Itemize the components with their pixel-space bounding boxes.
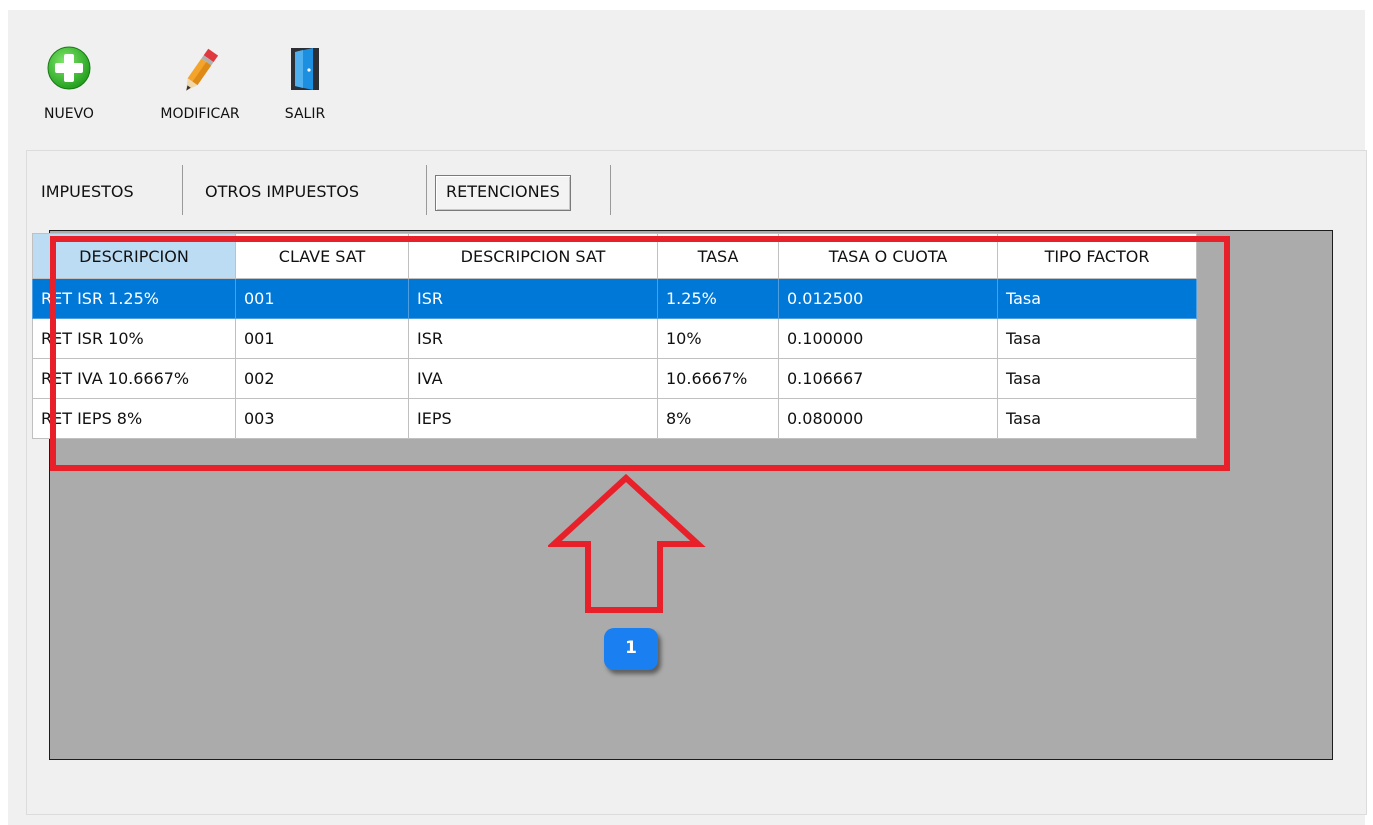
cell-tasa[interactable]: 10% xyxy=(657,318,779,359)
cell-descripcion[interactable]: RET IVA 10.6667% xyxy=(32,358,236,399)
cell-descripcion-sat[interactable]: IVA xyxy=(408,358,658,399)
callout-badge: 1 xyxy=(604,628,658,670)
col-header-descripcion[interactable]: DESCRIPCION xyxy=(32,233,236,279)
nuevo-label: NUEVO xyxy=(44,106,94,122)
cell-clave-sat[interactable]: 001 xyxy=(235,318,409,359)
tab-otros-impuestos[interactable]: OTROS IMPUESTOS xyxy=(195,175,369,209)
cell-clave-sat[interactable]: 001 xyxy=(235,278,409,319)
toolbar: NUEVO MODIFICAR SALIR xyxy=(8,10,1365,150)
table-row[interactable]: RET ISR 10% 001 ISR 10% 0.100000 Tasa xyxy=(32,318,1197,359)
cell-clave-sat[interactable]: 003 xyxy=(235,398,409,439)
salir-button[interactable]: SALIR xyxy=(280,46,330,126)
cell-descripcion-sat[interactable]: ISR xyxy=(408,278,658,319)
cell-descripcion[interactable]: RET ISR 1.25% xyxy=(32,278,236,319)
col-header-tipo-factor[interactable]: TIPO FACTOR xyxy=(997,233,1197,279)
col-header-tasa-o-cuota[interactable]: TASA O CUOTA xyxy=(778,233,998,279)
cell-tasa-o-cuota[interactable]: 0.106667 xyxy=(778,358,998,399)
modificar-button[interactable]: MODIFICAR xyxy=(144,46,256,126)
cell-descripcion[interactable]: RET IEPS 8% xyxy=(32,398,236,439)
cell-tipo-factor[interactable]: Tasa xyxy=(997,278,1197,319)
cell-tipo-factor[interactable]: Tasa xyxy=(997,358,1197,399)
tab-separator xyxy=(426,165,427,215)
col-header-descripcion-sat[interactable]: DESCRIPCION SAT xyxy=(408,233,658,279)
table-row[interactable]: RET IVA 10.6667% 002 IVA 10.6667% 0.1066… xyxy=(32,358,1197,399)
tab-separator xyxy=(610,165,611,215)
table-row[interactable]: RET ISR 1.25% 001 ISR 1.25% 0.012500 Tas… xyxy=(32,278,1197,319)
cell-tasa[interactable]: 8% xyxy=(657,398,779,439)
salir-label: SALIR xyxy=(284,106,326,122)
cell-descripcion-sat[interactable]: ISR xyxy=(408,318,658,359)
cell-clave-sat[interactable]: 002 xyxy=(235,358,409,399)
plus-circle-icon xyxy=(47,46,91,94)
cell-descripcion[interactable]: RET ISR 10% xyxy=(32,318,236,359)
cell-tasa-o-cuota[interactable]: 0.012500 xyxy=(778,278,998,319)
cell-tasa-o-cuota[interactable]: 0.080000 xyxy=(778,398,998,439)
pencil-icon xyxy=(178,46,222,100)
tab-impuestos[interactable]: IMPUESTOS xyxy=(31,175,144,209)
col-header-tasa[interactable]: TASA xyxy=(657,233,779,279)
cell-tipo-factor[interactable]: Tasa xyxy=(997,398,1197,439)
cell-descripcion-sat[interactable]: IEPS xyxy=(408,398,658,439)
tab-strip: IMPUESTOS OTROS IMPUESTOS RETENCIONES xyxy=(27,151,1366,231)
cell-tasa[interactable]: 1.25% xyxy=(657,278,779,319)
table-row[interactable]: RET IEPS 8% 003 IEPS 8% 0.080000 Tasa xyxy=(32,398,1197,439)
annotation-up-arrow xyxy=(548,473,706,613)
tab-separator xyxy=(182,165,183,215)
cell-tasa[interactable]: 10.6667% xyxy=(657,358,779,399)
grid-header-row: DESCRIPCION CLAVE SAT DESCRIPCION SAT TA… xyxy=(32,233,1197,279)
tab-retenciones[interactable]: RETENCIONES xyxy=(435,175,571,211)
nuevo-button[interactable]: NUEVO xyxy=(38,46,100,126)
modificar-label: MODIFICAR xyxy=(160,106,240,122)
app-window: NUEVO MODIFICAR SALIR IMPUESTOS OTROS IM… xyxy=(8,10,1367,825)
cell-tipo-factor[interactable]: Tasa xyxy=(997,318,1197,359)
retenciones-grid: DESCRIPCION CLAVE SAT DESCRIPCION SAT TA… xyxy=(32,233,1197,439)
col-header-clave-sat[interactable]: CLAVE SAT xyxy=(235,233,409,279)
door-exit-icon xyxy=(289,46,321,96)
cell-tasa-o-cuota[interactable]: 0.100000 xyxy=(778,318,998,359)
